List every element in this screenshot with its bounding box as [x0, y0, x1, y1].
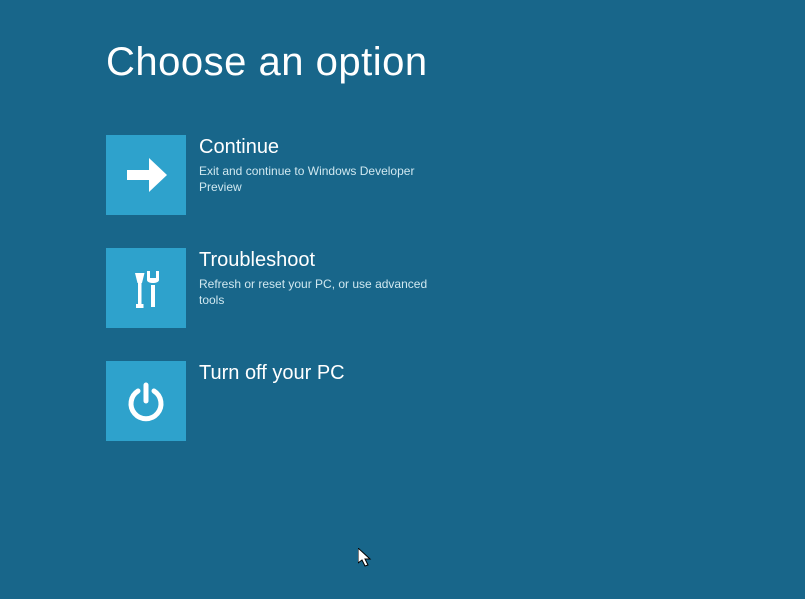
power-icon	[106, 361, 186, 441]
arrow-right-icon	[106, 135, 186, 215]
option-title: Troubleshoot	[199, 248, 429, 272]
option-turnoff[interactable]: Turn off your PC	[106, 361, 466, 441]
option-continue[interactable]: Continue Exit and continue to Windows De…	[106, 135, 466, 215]
mouse-cursor-icon	[358, 548, 374, 573]
option-desc: Refresh or reset your PC, or use advance…	[199, 276, 429, 308]
page-title: Choose an option	[106, 40, 805, 85]
tools-icon	[106, 248, 186, 328]
option-title: Continue	[199, 135, 429, 159]
option-title: Turn off your PC	[199, 361, 345, 385]
option-troubleshoot[interactable]: Troubleshoot Refresh or reset your PC, o…	[106, 248, 466, 328]
option-desc: Exit and continue to Windows Developer P…	[199, 163, 429, 195]
